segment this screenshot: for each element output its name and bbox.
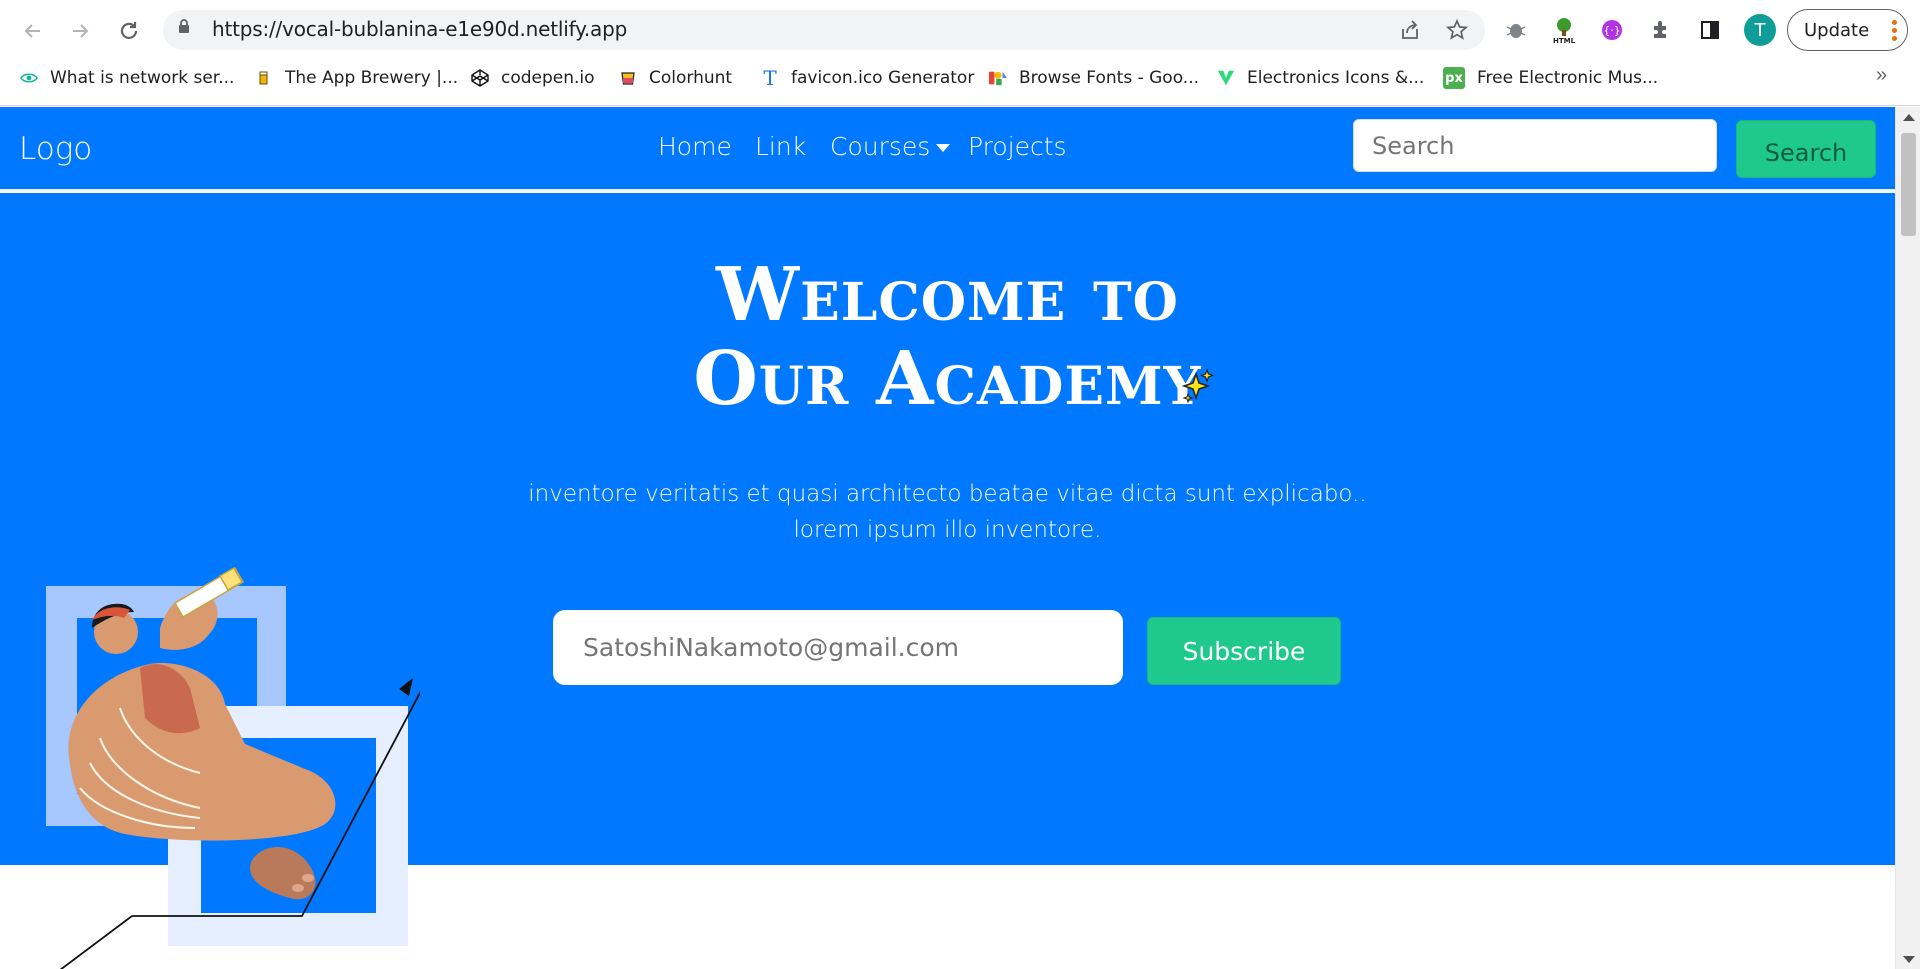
nav-link-courses[interactable]: Courses	[830, 132, 951, 161]
bookmarks-bar: What is network ser... The App Brewery |…	[0, 62, 1920, 94]
hero-title-line1: Welcome to	[716, 252, 1179, 338]
purple-extension-icon[interactable]: {·}	[1596, 14, 1628, 46]
google-fonts-icon	[989, 69, 1007, 87]
bookmark-label: favicon.ico Generator	[791, 68, 975, 88]
electronics-icons-icon	[1217, 69, 1235, 87]
extensions-puzzle-icon[interactable]	[1645, 14, 1677, 46]
bookmark-item[interactable]: px Free Electronic Mus...	[1443, 66, 1658, 90]
subscribe-button[interactable]: Subscribe	[1147, 617, 1341, 685]
back-icon[interactable]	[16, 14, 50, 48]
bookmark-label: Free Electronic Mus...	[1477, 68, 1659, 88]
bookmark-label: codepen.io	[501, 68, 595, 88]
bug-extension-icon[interactable]	[1500, 14, 1532, 46]
beer-icon	[255, 69, 273, 87]
html-tree-extension-icon[interactable]: HTML	[1548, 14, 1580, 46]
side-panel-icon[interactable]	[1694, 14, 1726, 46]
bookmark-label: Colorhunt	[649, 68, 733, 88]
favicon-generator-icon: T	[763, 66, 777, 90]
scroll-down-arrow-icon[interactable]	[1903, 956, 1915, 963]
browser-toolbar: https://vocal-bublanina-e1e90d.netlify.a…	[0, 0, 1920, 60]
bookmarks-more-icon[interactable]: »	[1876, 64, 1887, 87]
nav-search-input[interactable]	[1353, 119, 1717, 172]
bookmark-label: Browse Fonts - Goo...	[1019, 68, 1200, 88]
svg-text:{·}: {·}	[1603, 24, 1621, 37]
web-page: Logo Home Link Courses Projects Search W…	[0, 107, 1895, 969]
menu-dots-icon	[1892, 20, 1897, 42]
scroll-up-arrow-icon[interactable]	[1903, 114, 1915, 121]
codepen-icon	[471, 69, 489, 87]
bookmark-label: The App Brewery |...	[285, 68, 459, 88]
bookmark-item[interactable]: Electronics Icons &...	[1217, 66, 1424, 90]
hero-title: Welcome to Our Academy	[0, 253, 1895, 421]
nav-search-button[interactable]: Search	[1736, 120, 1876, 178]
courses-label: Courses	[830, 132, 931, 161]
px-icon: px	[1443, 67, 1465, 89]
forward-icon[interactable]	[63, 14, 97, 48]
page-scrollbar[interactable]	[1895, 107, 1920, 969]
reload-icon[interactable]	[112, 14, 146, 48]
bookmark-star-icon[interactable]	[1444, 17, 1470, 43]
caret-down-icon	[936, 144, 951, 152]
site-logo[interactable]: Logo	[19, 131, 92, 167]
site-navbar: Logo Home Link Courses Projects Search	[0, 107, 1895, 191]
hero-description: inventore veritatis et quasi architecto …	[0, 476, 1895, 548]
bookmark-item[interactable]: The App Brewery |...	[255, 66, 458, 90]
hero-text-line1: inventore veritatis et quasi architecto …	[528, 481, 1367, 507]
nav-link-projects[interactable]: Projects	[968, 132, 1067, 161]
lock-icon	[178, 19, 190, 33]
update-label: Update	[1804, 19, 1870, 41]
bookmark-item[interactable]: What is network ser...	[20, 66, 234, 90]
browser-chrome: https://vocal-bublanina-e1e90d.netlify.a…	[0, 0, 1920, 106]
hero-title-line2: Our Academy	[693, 336, 1202, 422]
sparkle-icon	[1180, 368, 1216, 404]
hero-text-line2: lorem ipsum illo inventore.	[793, 517, 1102, 543]
url-text[interactable]: https://vocal-bublanina-e1e90d.netlify.a…	[212, 17, 627, 41]
bookmark-item[interactable]: Colorhunt	[619, 66, 732, 90]
scroll-thumb[interactable]	[1901, 133, 1916, 236]
profile-avatar[interactable]: T	[1744, 14, 1776, 46]
hero-section: Welcome to Our Academy inventore veritat…	[0, 193, 1895, 969]
bookmark-item[interactable]: T favicon.ico Generator	[761, 66, 974, 90]
share-icon[interactable]	[1397, 17, 1423, 43]
hero-illustration	[40, 558, 423, 969]
update-button[interactable]: Update	[1787, 9, 1908, 51]
bookmark-label: What is network ser...	[50, 68, 235, 88]
eye-icon	[20, 69, 38, 87]
svg-text:HTML: HTML	[1553, 37, 1576, 44]
nav-link-home[interactable]: Home	[658, 132, 732, 161]
bookmark-item[interactable]: Browse Fonts - Goo...	[989, 66, 1199, 90]
nav-link-link[interactable]: Link	[755, 132, 806, 161]
bookmark-item[interactable]: codepen.io	[471, 66, 595, 90]
bookmark-label: Electronics Icons &...	[1247, 68, 1425, 88]
colorhunt-icon	[619, 69, 637, 87]
email-field[interactable]	[553, 610, 1123, 685]
